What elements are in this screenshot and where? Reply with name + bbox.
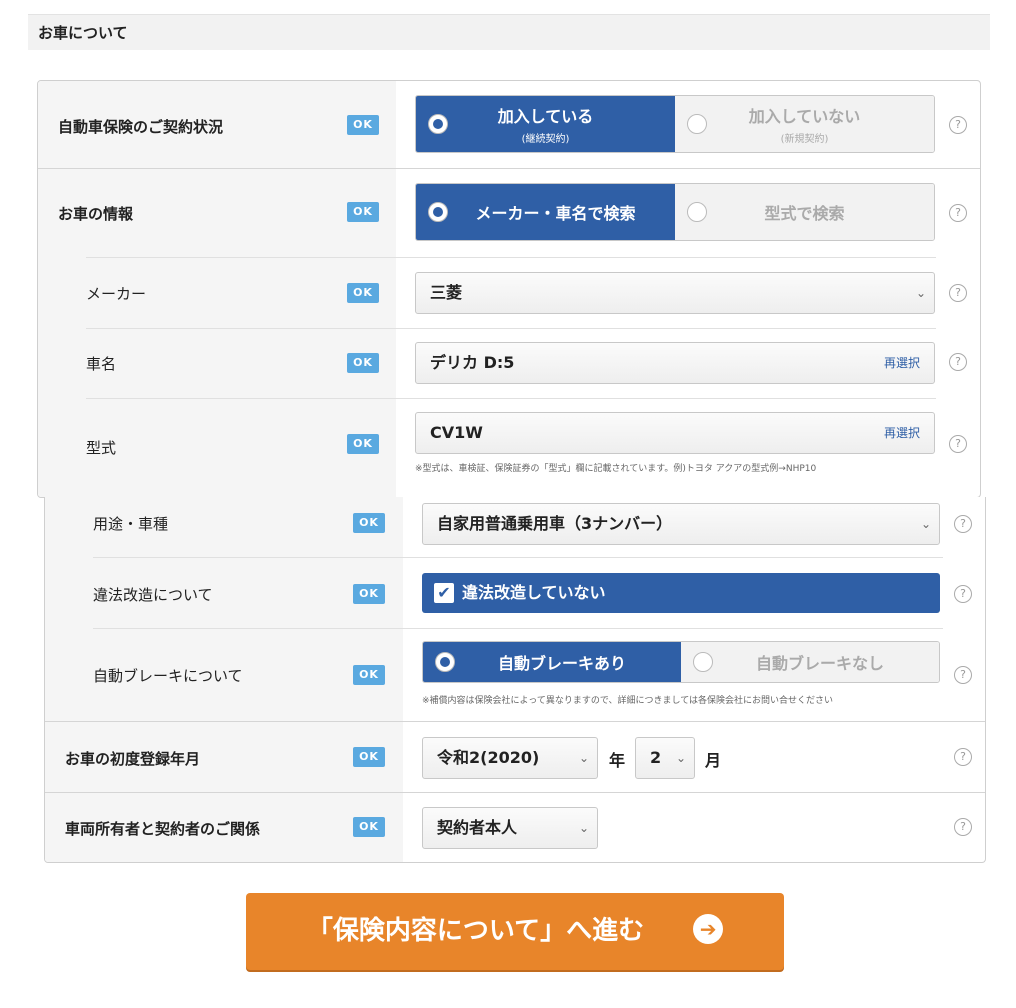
usage-select[interactable]: 自家用普通乗用車（3ナンバー） ⌄ [422,503,940,545]
owner-relation-select[interactable]: 契約者本人 ⌄ [422,807,598,849]
model-label: 型式 [86,439,117,457]
month-unit: 月 [705,751,722,770]
chevron-down-icon: ⌄ [578,751,589,765]
auto-brake-toggle: 自動ブレーキあり 自動ブレーキなし [422,641,940,683]
search-mode-toggle: メーカー・車名で検索 型式で検索 [415,183,935,241]
row-maker: メーカー OK 三菱 ⌄ ? [38,258,980,328]
usage-label: 用途・車種 [93,515,169,533]
maker-label: メーカー [86,285,147,303]
ok-badge: OK [353,747,385,767]
row-model: 型式 OK CV1W 再選択 ※型式は、車検証、保険証券の「型式」欄に記載されて… [38,399,980,497]
contract-option-not-enrolled[interactable]: 加入していない (新規契約) [675,96,934,152]
auto-brake-yes-option[interactable]: 自動ブレーキあり [423,642,681,682]
row-auto-brake: 自動ブレーキについて OK 自動ブレーキあり 自動ブレーキなし ※補償内容は保険… [45,629,985,722]
model-reselect-link[interactable]: 再選択 [884,413,920,453]
chevron-down-icon: ⌄ [578,821,589,835]
registration-year-select[interactable]: 令和2(2020) ⌄ [422,737,598,779]
year-unit: 年 [609,751,626,770]
row-modification: 違法改造について OK ✔ 違法改造していない ? [45,558,985,628]
car-form-card-lower: 用途・車種 OK 自家用普通乗用車（3ナンバー） ⌄ ? 違法改造について OK… [44,497,986,863]
help-icon[interactable]: ? [949,284,967,302]
ok-badge: OK [353,817,385,837]
modification-label: 違法改造について [93,586,213,604]
model-note: ※型式は、車検証、保険証券の「型式」欄に記載されています。例)トヨタ アクアの型… [415,464,817,474]
maker-select[interactable]: 三菱 ⌄ [415,272,935,314]
registration-month-select[interactable]: 2 ⌄ [635,737,695,779]
search-by-maker-option[interactable]: メーカー・車名で検索 [416,184,675,240]
row-owner-relation: 車両所有者と契約者のご関係 OK 契約者本人 ⌄ ? [45,793,985,862]
row-car-info: お車の情報 OK メーカー・車名で検索 型式で検索 ? [38,169,980,257]
search-by-model-option[interactable]: 型式で検索 [675,184,934,240]
car-form-card-upper: 自動車保険のご契約状況 OK 加入している (継続契約) 加入していない (新規… [37,80,981,498]
contract-label: 自動車保険のご契約状況 [58,118,224,136]
help-icon[interactable]: ? [949,204,967,222]
row-usage: 用途・車種 OK 自家用普通乗用車（3ナンバー） ⌄ ? [45,497,985,557]
ok-badge: OK [353,513,385,533]
chevron-down-icon: ⌄ [915,286,926,300]
ok-badge: OK [347,115,379,135]
car-name-reselect-link[interactable]: 再選択 [884,343,920,383]
radio-icon [687,114,707,134]
first-registration-label: お車の初度登録年月 [65,750,201,768]
radio-icon [435,652,455,672]
ok-badge: OK [347,283,379,303]
car-name-label: 車名 [86,355,117,373]
ok-badge: OK [353,584,385,604]
proceed-to-coverage-button[interactable]: 「保険内容について」へ進む ➔ [246,893,784,970]
ok-badge: OK [347,434,379,454]
radio-icon [428,114,448,134]
radio-icon [428,202,448,222]
chevron-down-icon: ⌄ [920,517,931,531]
row-car-name: 車名 OK デリカ D:5 再選択 ? [38,329,980,399]
help-icon[interactable]: ? [954,585,972,603]
no-illegal-modification-checkbox[interactable]: ✔ 違法改造していない [422,573,940,613]
help-icon[interactable]: ? [949,116,967,134]
chevron-down-icon: ⌄ [675,751,686,765]
help-icon[interactable]: ? [949,435,967,453]
car-info-label: お車の情報 [58,205,134,223]
owner-relation-label: 車両所有者と契約者のご関係 [65,820,261,838]
help-icon[interactable]: ? [954,666,972,684]
checkbox-check-icon: ✔ [434,583,454,603]
row-first-registration: お車の初度登録年月 OK 令和2(2020) ⌄ 年 2 ⌄ 月 ? [45,722,985,793]
arrow-right-icon: ➔ [693,913,724,944]
auto-brake-no-option[interactable]: 自動ブレーキなし [681,642,939,682]
help-icon[interactable]: ? [949,353,967,371]
ok-badge: OK [347,202,379,222]
help-icon[interactable]: ? [954,748,972,766]
row-contract-status: 自動車保険のご契約状況 OK 加入している (継続契約) 加入していない (新規… [38,81,980,169]
ok-badge: OK [347,353,379,373]
car-name-field[interactable]: デリカ D:5 再選択 [415,342,935,384]
help-icon[interactable]: ? [954,515,972,533]
ok-badge: OK [353,665,385,685]
section-title: お車について [28,14,990,50]
contract-option-enrolled[interactable]: 加入している (継続契約) [416,96,675,152]
model-field[interactable]: CV1W 再選択 [415,412,935,454]
auto-brake-label: 自動ブレーキについて [93,667,243,685]
help-icon[interactable]: ? [954,818,972,836]
contract-toggle: 加入している (継続契約) 加入していない (新規契約) [415,95,935,153]
radio-icon [693,652,713,672]
auto-brake-note: ※補償内容は保険会社によって異なりますので、詳細につきましては各保険会社にお問い… [422,696,834,706]
radio-icon [687,202,707,222]
